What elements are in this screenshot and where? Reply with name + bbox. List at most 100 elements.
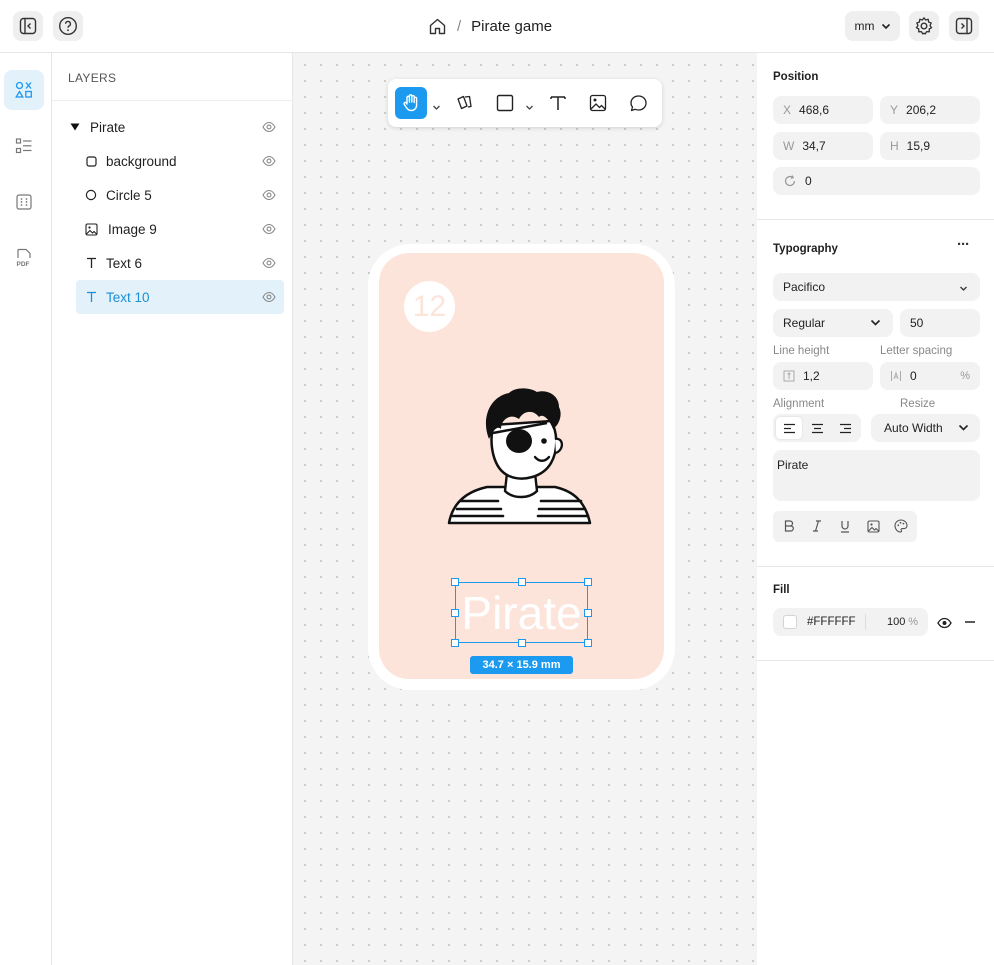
- settings-button[interactable]: [909, 11, 939, 41]
- toggle-left-sidebar-button[interactable]: [13, 11, 43, 41]
- rotation-field[interactable]: 0: [773, 167, 980, 195]
- image-tool-button[interactable]: [582, 87, 614, 119]
- section-divider: [757, 566, 994, 567]
- eye-icon[interactable]: [262, 291, 276, 306]
- hand-tool-button[interactable]: [395, 87, 427, 119]
- eye-icon[interactable]: [262, 223, 276, 238]
- rectangle-icon: [496, 94, 514, 112]
- layer-label: Pirate: [90, 119, 126, 135]
- eye-icon[interactable]: [262, 155, 276, 170]
- x-field[interactable]: X 468,6: [773, 96, 873, 124]
- pirate-illustration[interactable]: [443, 383, 599, 533]
- eye-icon[interactable]: [262, 121, 276, 136]
- resize-handle-bottom-left[interactable]: [451, 639, 459, 647]
- text-tool-button[interactable]: [542, 87, 574, 119]
- bold-button[interactable]: [776, 515, 802, 537]
- width-field[interactable]: W 34,7: [773, 132, 873, 160]
- chevron-down-icon: [958, 422, 969, 436]
- font-family-select[interactable]: Pacifico: [773, 273, 980, 301]
- underline-button[interactable]: [832, 515, 858, 537]
- rail-list-button[interactable]: [4, 126, 44, 166]
- layer-row-text-10[interactable]: Text 10: [76, 280, 284, 314]
- text-content-textarea[interactable]: Pirate: [773, 450, 980, 501]
- eye-icon[interactable]: [262, 257, 276, 272]
- insert-image-button[interactable]: [860, 515, 886, 537]
- resize-handle-bottom[interactable]: [518, 639, 526, 647]
- toggle-right-sidebar-button[interactable]: [949, 11, 979, 41]
- resize-handle-top[interactable]: [518, 578, 526, 586]
- align-right-button[interactable]: [832, 417, 858, 439]
- font-size-field[interactable]: 50: [900, 309, 980, 337]
- rail-pdf-button[interactable]: PDF: [4, 238, 44, 278]
- remove-fill-button[interactable]: [964, 615, 976, 633]
- color-palette-button[interactable]: [888, 515, 914, 537]
- image-icon: [589, 94, 607, 112]
- position-title: Position: [773, 71, 819, 83]
- field-separator: [865, 614, 866, 630]
- x-value: 468,6: [799, 103, 830, 117]
- resize-handle-right[interactable]: [584, 609, 592, 617]
- sidebar-left-icon: [19, 17, 37, 35]
- chevron-down-icon[interactable]: [525, 99, 534, 117]
- layer-row-pirate[interactable]: Pirate: [68, 110, 284, 144]
- text-format-group: [773, 511, 917, 542]
- text-icon: [84, 256, 98, 270]
- letter-spacing-icon: [890, 370, 902, 382]
- eye-icon[interactable]: [262, 189, 276, 204]
- more-options-button[interactable]: ···: [957, 236, 970, 253]
- resize-handle-bottom-right[interactable]: [584, 639, 592, 647]
- rail-grid-button[interactable]: [4, 182, 44, 222]
- align-center-button[interactable]: [804, 417, 830, 439]
- y-label: Y: [890, 103, 899, 117]
- rail-shapes-button[interactable]: [4, 70, 44, 110]
- letter-spacing-unit: %: [960, 370, 970, 382]
- letter-spacing-field[interactable]: 0 %: [880, 362, 980, 390]
- unit-value: mm: [854, 19, 875, 33]
- italic-button[interactable]: [804, 515, 830, 537]
- breadcrumb-separator: /: [457, 17, 462, 35]
- shapes-icon: [15, 81, 32, 98]
- palette-icon: [894, 519, 908, 533]
- layer-row-image-9[interactable]: Image 9: [84, 212, 284, 246]
- rectangle-tool-button[interactable]: [489, 87, 521, 119]
- circle-icon: [84, 188, 98, 202]
- comment-tool-button[interactable]: [622, 87, 654, 119]
- breadcrumb: / Pirate game: [428, 15, 552, 37]
- layer-row-text-6[interactable]: Text 6: [84, 246, 284, 280]
- bold-icon: [784, 520, 794, 532]
- image-icon: [866, 519, 880, 533]
- page-title: Pirate game: [471, 17, 553, 35]
- help-button[interactable]: [53, 11, 83, 41]
- dimension-label: 34.7 × 15.9 mm: [470, 656, 573, 674]
- unit-select[interactable]: mm: [845, 11, 900, 41]
- resize-handle-top-right[interactable]: [584, 578, 592, 586]
- line-height-value: 1,2: [803, 369, 820, 383]
- triangle-down-icon[interactable]: [68, 120, 82, 134]
- fill-color-field[interactable]: #FFFFFF 100 %: [773, 608, 928, 636]
- line-height-icon: [783, 370, 795, 382]
- comment-icon: [629, 94, 647, 111]
- height-field[interactable]: H 15,9: [880, 132, 980, 160]
- resize-handle-left[interactable]: [451, 609, 459, 617]
- cards-tool-button[interactable]: [449, 87, 481, 119]
- number-badge[interactable]: 12: [404, 281, 455, 332]
- y-field[interactable]: Y 206,2: [880, 96, 980, 124]
- line-height-field[interactable]: 1,2: [773, 362, 873, 390]
- layers-panel: LAYERS Pirate background Circle 5 Image …: [52, 53, 293, 965]
- home-icon[interactable]: [428, 17, 447, 36]
- typography-title: Typography: [773, 243, 838, 255]
- color-swatch[interactable]: [783, 615, 797, 629]
- resize-value: Auto Width: [884, 421, 943, 435]
- layers-divider: [52, 100, 293, 101]
- resize-select[interactable]: Auto Width: [871, 414, 980, 442]
- eye-icon[interactable]: [937, 616, 952, 634]
- letter-spacing-label: Letter spacing: [880, 345, 953, 357]
- resize-handle-top-left[interactable]: [451, 578, 459, 586]
- align-left-button[interactable]: [776, 417, 802, 439]
- layer-row-circle-5[interactable]: Circle 5: [84, 178, 284, 212]
- canvas[interactable]: 12 Pirate 34.7 × 15.9 mm: [293, 53, 757, 965]
- selection-box[interactable]: [455, 582, 588, 643]
- font-weight-select[interactable]: Regular: [773, 309, 893, 337]
- layer-row-background[interactable]: background: [84, 144, 284, 178]
- chevron-down-icon[interactable]: [432, 99, 441, 117]
